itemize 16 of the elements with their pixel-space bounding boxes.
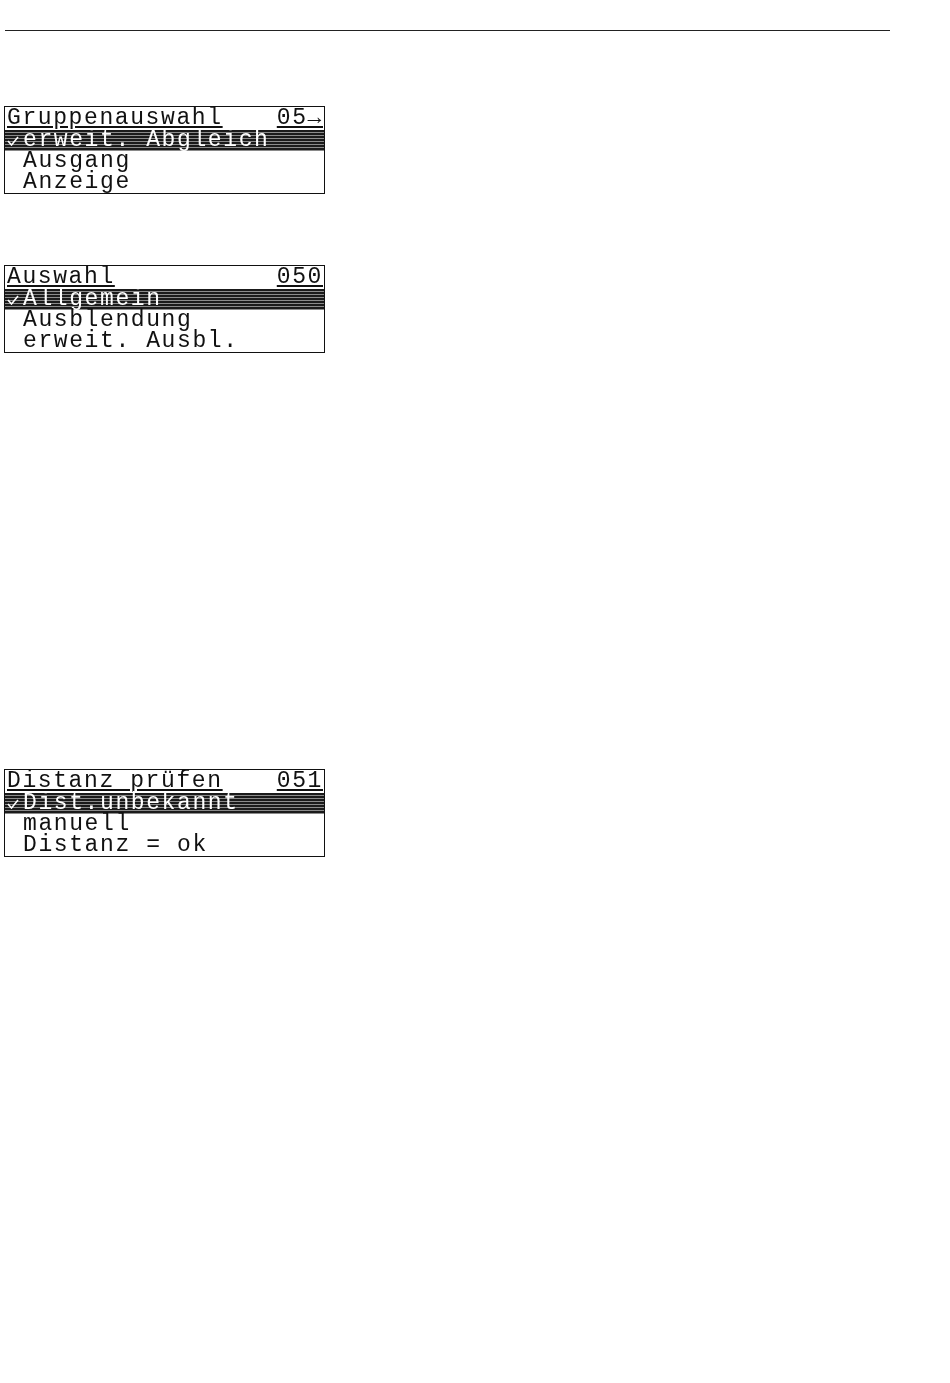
screen-title: Distanz prüfen [7, 770, 223, 793]
check-icon [7, 294, 19, 305]
menu-item[interactable]: Distanz = ok [5, 835, 324, 856]
screen-title: Auswahl [7, 266, 115, 289]
menu-item[interactable]: Anzeige [5, 172, 324, 193]
menu-item[interactable]: Allgemein [5, 289, 324, 310]
menu-item[interactable]: Ausgang [5, 151, 324, 172]
screen-title: Gruppenauswahl [7, 107, 223, 130]
check-icon [7, 135, 19, 146]
screen-code: 05→ [276, 107, 323, 130]
menu-item[interactable]: Dist.unbekannt [5, 793, 324, 814]
menu-item[interactable]: erweit. Abgleich [5, 130, 324, 151]
check-icon [7, 798, 19, 809]
screen-code: 050 [276, 266, 323, 289]
menu-item[interactable]: erweit. Ausbl. [5, 331, 324, 352]
screen-code: 051 [276, 770, 323, 793]
